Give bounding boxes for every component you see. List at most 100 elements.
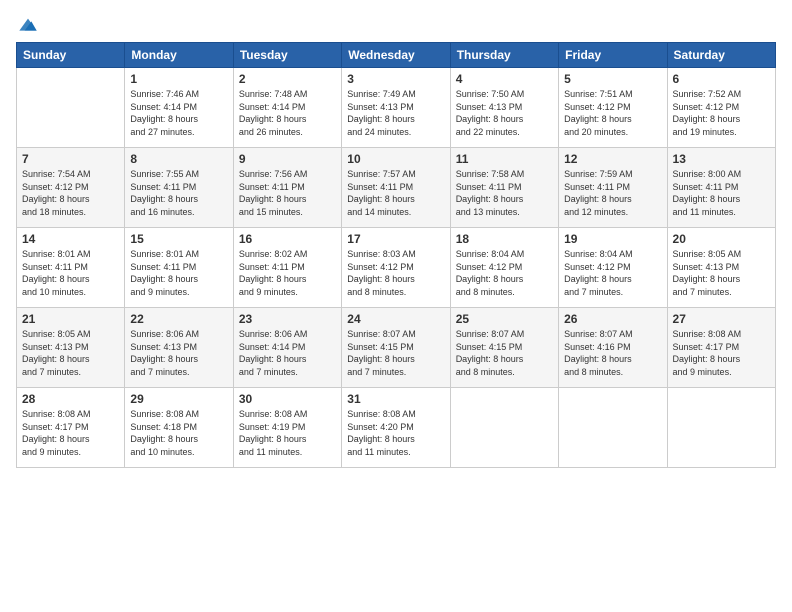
day-info: Sunrise: 8:08 AM Sunset: 4:20 PM Dayligh… bbox=[347, 408, 444, 458]
day-number: 30 bbox=[239, 392, 336, 406]
calendar-header-row: SundayMondayTuesdayWednesdayThursdayFrid… bbox=[17, 43, 776, 68]
day-number: 10 bbox=[347, 152, 444, 166]
day-info: Sunrise: 8:04 AM Sunset: 4:12 PM Dayligh… bbox=[456, 248, 553, 298]
calendar-cell bbox=[667, 388, 775, 468]
calendar-cell: 14Sunrise: 8:01 AM Sunset: 4:11 PM Dayli… bbox=[17, 228, 125, 308]
day-number: 4 bbox=[456, 72, 553, 86]
day-number: 12 bbox=[564, 152, 661, 166]
day-info: Sunrise: 8:06 AM Sunset: 4:13 PM Dayligh… bbox=[130, 328, 227, 378]
day-number: 20 bbox=[673, 232, 770, 246]
day-number: 26 bbox=[564, 312, 661, 326]
day-number: 23 bbox=[239, 312, 336, 326]
header bbox=[16, 10, 776, 34]
calendar-cell: 3 Sunrise: 7:49 AM Sunset: 4:13 PM Daylig… bbox=[342, 68, 450, 148]
day-number: 18 bbox=[456, 232, 553, 246]
calendar-cell: 20 Sunrise: 8:05 AM Sunset: 4:13 PM Dayli… bbox=[667, 228, 775, 308]
calendar-week-1: 7Sunrise: 7:54 AM Sunset: 4:12 PM Daylig… bbox=[17, 148, 776, 228]
day-number: 17 bbox=[347, 232, 444, 246]
calendar-cell: 8 Sunrise: 7:55 AM Sunset: 4:11 PM Daylig… bbox=[125, 148, 233, 228]
day-info: Sunrise: 7:51 AM Sunset: 4:12 PM Dayligh… bbox=[564, 88, 661, 138]
day-info: Sunrise: 7:56 AM Sunset: 4:11 PM Dayligh… bbox=[239, 168, 336, 218]
day-number: 9 bbox=[239, 152, 336, 166]
day-info: Sunrise: 8:08 AM Sunset: 4:19 PM Dayligh… bbox=[239, 408, 336, 458]
calendar-cell: 4 Sunrise: 7:50 AM Sunset: 4:13 PM Daylig… bbox=[450, 68, 558, 148]
calendar-cell: 28 Sunrise: 8:08 AM Sunset: 4:17 PM Dayli… bbox=[17, 388, 125, 468]
day-number: 2 bbox=[239, 72, 336, 86]
calendar-cell: 23 Sunrise: 8:06 AM Sunset: 4:14 PM Dayli… bbox=[233, 308, 341, 388]
calendar-cell: 6 Sunrise: 7:52 AM Sunset: 4:12 PM Daylig… bbox=[667, 68, 775, 148]
calendar-week-0: 1Sunrise: 7:46 AM Sunset: 4:14 PM Daylig… bbox=[17, 68, 776, 148]
calendar-cell: 11 Sunrise: 7:58 AM Sunset: 4:11 PM Dayli… bbox=[450, 148, 558, 228]
calendar-cell: 26 Sunrise: 8:07 AM Sunset: 4:16 PM Dayli… bbox=[559, 308, 667, 388]
day-info: Sunrise: 7:49 AM Sunset: 4:13 PM Dayligh… bbox=[347, 88, 444, 138]
day-number: 31 bbox=[347, 392, 444, 406]
header-wednesday: Wednesday bbox=[342, 43, 450, 68]
day-number: 8 bbox=[130, 152, 227, 166]
day-info: Sunrise: 7:48 AM Sunset: 4:14 PM Dayligh… bbox=[239, 88, 336, 138]
day-info: Sunrise: 7:46 AM Sunset: 4:14 PM Dayligh… bbox=[130, 88, 227, 138]
day-info: Sunrise: 7:57 AM Sunset: 4:11 PM Dayligh… bbox=[347, 168, 444, 218]
header-friday: Friday bbox=[559, 43, 667, 68]
day-number: 27 bbox=[673, 312, 770, 326]
day-info: Sunrise: 8:08 AM Sunset: 4:17 PM Dayligh… bbox=[22, 408, 119, 458]
day-info: Sunrise: 8:08 AM Sunset: 4:18 PM Dayligh… bbox=[130, 408, 227, 458]
calendar-cell: 21 Sunrise: 8:05 AM Sunset: 4:13 PM Dayli… bbox=[17, 308, 125, 388]
page: SundayMondayTuesdayWednesdayThursdayFrid… bbox=[0, 0, 792, 612]
day-info: Sunrise: 8:00 AM Sunset: 4:11 PM Dayligh… bbox=[673, 168, 770, 218]
calendar-cell: 13 Sunrise: 8:00 AM Sunset: 4:11 PM Dayli… bbox=[667, 148, 775, 228]
calendar-cell bbox=[450, 388, 558, 468]
calendar-cell: 5 Sunrise: 7:51 AM Sunset: 4:12 PM Daylig… bbox=[559, 68, 667, 148]
day-info: Sunrise: 7:59 AM Sunset: 4:11 PM Dayligh… bbox=[564, 168, 661, 218]
calendar-cell: 9 Sunrise: 7:56 AM Sunset: 4:11 PM Daylig… bbox=[233, 148, 341, 228]
calendar-cell: 22 Sunrise: 8:06 AM Sunset: 4:13 PM Dayli… bbox=[125, 308, 233, 388]
calendar-cell: 27 Sunrise: 8:08 AM Sunset: 4:17 PM Dayli… bbox=[667, 308, 775, 388]
day-number: 14 bbox=[22, 232, 119, 246]
header-monday: Monday bbox=[125, 43, 233, 68]
calendar-cell: 10 Sunrise: 7:57 AM Sunset: 4:11 PM Dayli… bbox=[342, 148, 450, 228]
calendar-cell: 31 Sunrise: 8:08 AM Sunset: 4:20 PM Dayli… bbox=[342, 388, 450, 468]
day-number: 19 bbox=[564, 232, 661, 246]
day-number: 5 bbox=[564, 72, 661, 86]
calendar-cell: 15Sunrise: 8:01 AM Sunset: 4:11 PM Dayli… bbox=[125, 228, 233, 308]
header-thursday: Thursday bbox=[450, 43, 558, 68]
day-info: Sunrise: 8:07 AM Sunset: 4:15 PM Dayligh… bbox=[456, 328, 553, 378]
calendar-cell: 25 Sunrise: 8:07 AM Sunset: 4:15 PM Dayli… bbox=[450, 308, 558, 388]
calendar-week-2: 14 Sunrise: 8:01 AM Sunset: 4:11 PM Dayli… bbox=[17, 228, 776, 308]
calendar-cell: 29Sunrise: 8:08 AM Sunset: 4:18 PM Dayli… bbox=[125, 388, 233, 468]
logo-icon bbox=[18, 14, 38, 34]
day-info: Sunrise: 7:50 AM Sunset: 4:13 PM Dayligh… bbox=[456, 88, 553, 138]
day-info: Sunrise: 8:03 AM Sunset: 4:12 PM Dayligh… bbox=[347, 248, 444, 298]
day-number: 22 bbox=[130, 312, 227, 326]
day-info: Sunrise: 8:07 AM Sunset: 4:16 PM Dayligh… bbox=[564, 328, 661, 378]
day-info: Sunrise: 8:06 AM Sunset: 4:14 PM Dayligh… bbox=[239, 328, 336, 378]
day-info: Sunrise: 8:07 AM Sunset: 4:15 PM Dayligh… bbox=[347, 328, 444, 378]
day-info: Sunrise: 7:54 AM Sunset: 4:12 PM Dayligh… bbox=[22, 168, 119, 218]
calendar-table: SundayMondayTuesdayWednesdayThursdayFrid… bbox=[16, 42, 776, 468]
day-number: 11 bbox=[456, 152, 553, 166]
day-info: Sunrise: 8:05 AM Sunset: 4:13 PM Dayligh… bbox=[673, 248, 770, 298]
header-sunday: Sunday bbox=[17, 43, 125, 68]
day-info: Sunrise: 7:55 AM Sunset: 4:11 PM Dayligh… bbox=[130, 168, 227, 218]
calendar-cell: 12 Sunrise: 7:59 AM Sunset: 4:11 PM Dayli… bbox=[559, 148, 667, 228]
day-number: 24 bbox=[347, 312, 444, 326]
calendar-cell: 19Sunrise: 8:04 AM Sunset: 4:12 PM Dayli… bbox=[559, 228, 667, 308]
day-info: Sunrise: 8:02 AM Sunset: 4:11 PM Dayligh… bbox=[239, 248, 336, 298]
day-number: 25 bbox=[456, 312, 553, 326]
calendar-cell: 7Sunrise: 7:54 AM Sunset: 4:12 PM Daylig… bbox=[17, 148, 125, 228]
day-info: Sunrise: 8:05 AM Sunset: 4:13 PM Dayligh… bbox=[22, 328, 119, 378]
calendar-cell: 1Sunrise: 7:46 AM Sunset: 4:14 PM Daylig… bbox=[125, 68, 233, 148]
day-number: 13 bbox=[673, 152, 770, 166]
day-number: 3 bbox=[347, 72, 444, 86]
header-saturday: Saturday bbox=[667, 43, 775, 68]
day-info: Sunrise: 8:08 AM Sunset: 4:17 PM Dayligh… bbox=[673, 328, 770, 378]
day-number: 28 bbox=[22, 392, 119, 406]
day-number: 16 bbox=[239, 232, 336, 246]
day-number: 21 bbox=[22, 312, 119, 326]
day-number: 6 bbox=[673, 72, 770, 86]
calendar-cell bbox=[17, 68, 125, 148]
day-info: Sunrise: 7:58 AM Sunset: 4:11 PM Dayligh… bbox=[456, 168, 553, 218]
day-info: Sunrise: 7:52 AM Sunset: 4:12 PM Dayligh… bbox=[673, 88, 770, 138]
header-tuesday: Tuesday bbox=[233, 43, 341, 68]
day-info: Sunrise: 8:01 AM Sunset: 4:11 PM Dayligh… bbox=[130, 248, 227, 298]
calendar-cell: 2 Sunrise: 7:48 AM Sunset: 4:14 PM Daylig… bbox=[233, 68, 341, 148]
